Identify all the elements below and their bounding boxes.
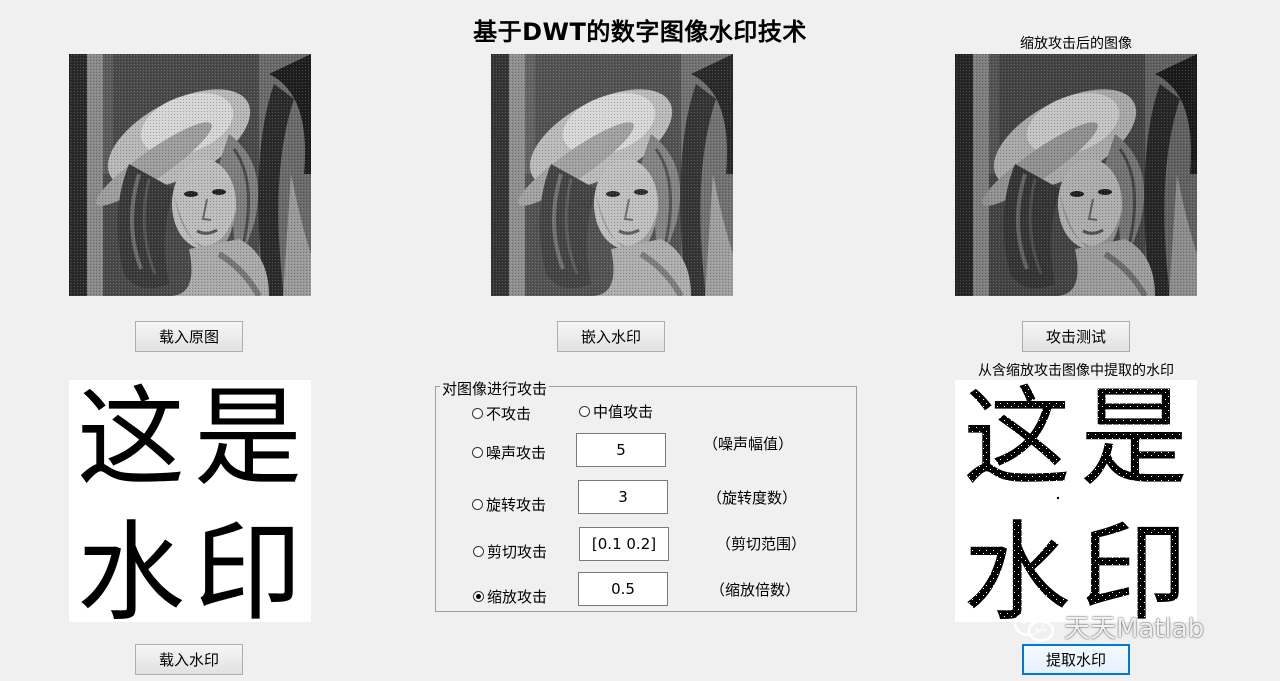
load-watermark-button[interactable]: 载入水印 xyxy=(135,644,243,675)
radio-no-attack[interactable]: 不攻击 xyxy=(472,403,531,424)
crop-range-input[interactable] xyxy=(579,527,669,561)
radio-dot xyxy=(473,546,484,557)
watermark-image: 这 是 水 印 xyxy=(69,380,311,622)
wechat-icon xyxy=(1013,611,1055,642)
attacked-image-title: 缩放攻击后的图像 xyxy=(1020,36,1132,52)
attack-test-button[interactable]: 攻击测试 xyxy=(1022,321,1130,352)
watermark-char: 是 xyxy=(194,380,302,501)
radio-rotate-attack[interactable]: 旋转攻击 xyxy=(472,494,546,515)
original-image xyxy=(69,54,311,296)
rotate-hint: （旋转度数） xyxy=(707,489,798,507)
watermark-char: 印 xyxy=(194,511,302,622)
radio-dot xyxy=(472,499,483,510)
noise-amplitude-input[interactable] xyxy=(576,433,666,467)
embed-watermark-button[interactable]: 嵌入水印 xyxy=(557,321,665,352)
noise-hint: （噪声幅值） xyxy=(703,435,794,453)
scale-factor-input[interactable] xyxy=(578,572,668,606)
radio-median-attack[interactable]: 中值攻击 xyxy=(579,401,653,422)
radio-noise-attack[interactable]: 噪声攻击 xyxy=(472,442,546,463)
watermark-char: 水 xyxy=(77,511,185,622)
attack-panel-title: 对图像进行攻击 xyxy=(440,378,550,399)
load-original-button[interactable]: 载入原图 xyxy=(135,321,243,352)
radio-dot-selected xyxy=(473,591,484,602)
rotate-degree-input[interactable] xyxy=(578,480,668,514)
brand-logo: 天天Matlab xyxy=(1012,608,1204,645)
radio-dot xyxy=(472,447,483,458)
extracted-watermark-image: 这 是 水 印 xyxy=(955,380,1197,622)
scale-hint: （缩放倍数） xyxy=(710,581,801,599)
radio-scale-attack[interactable]: 缩放攻击 xyxy=(473,586,547,607)
brand-logo-text: 天天Matlab xyxy=(1064,614,1205,644)
attacked-image xyxy=(955,54,1197,296)
extracted-watermark-title: 从含缩放攻击图像中提取的水印 xyxy=(978,363,1174,379)
watermark-char: 这 xyxy=(77,380,185,501)
extract-watermark-button[interactable]: 提取水印 xyxy=(1022,644,1130,675)
radio-crop-attack[interactable]: 剪切攻击 xyxy=(473,541,547,562)
watermarked-image xyxy=(491,54,733,296)
crop-hint: （剪切范围） xyxy=(716,535,807,553)
radio-dot xyxy=(472,408,483,419)
radio-dot xyxy=(579,406,590,417)
